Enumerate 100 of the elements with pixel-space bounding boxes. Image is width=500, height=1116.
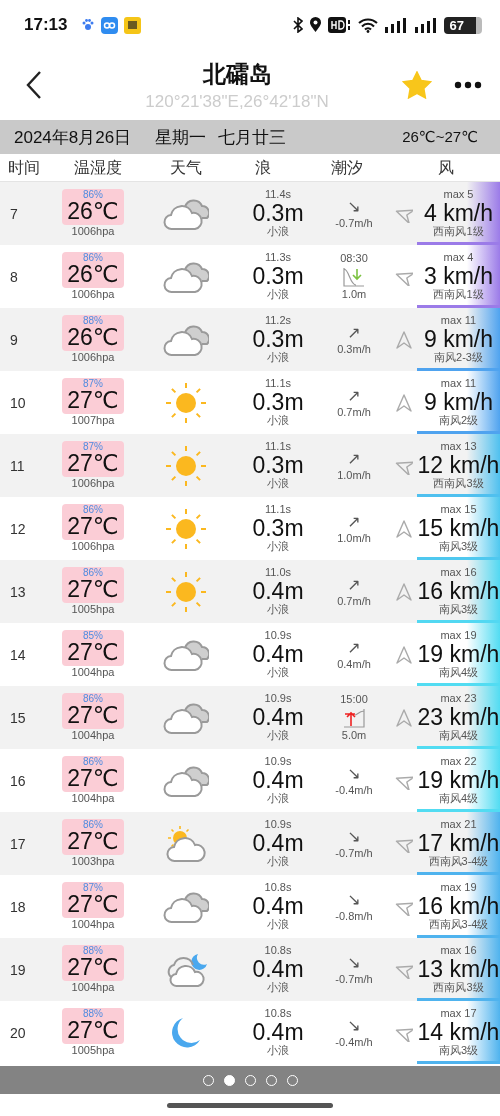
location-title: 北礵岛 [202,59,272,89]
page-dot[interactable] [223,1074,235,1086]
hour-cell-text: 14 [9,646,27,663]
wave-height: 0.4m [252,769,304,792]
temperature-text: 26℃ [67,199,119,223]
wind-speed: 23 km/h [417,706,500,729]
humidity-text: 86% [83,504,103,515]
cloud-icon [162,637,209,672]
temperature-text: 27℃ [67,514,119,538]
temperature-text: 27℃ [67,388,119,412]
humidity-text: 86% [83,252,103,263]
wind-speed: 13 km/h [417,958,500,981]
wind-direction-icon [395,519,413,538]
tide-height: 1.0m [341,287,367,302]
tide-rate: -0.4m/h [335,783,373,798]
pressure-text: 1006hpa [71,350,115,365]
tide-trend-arrow: ↘ [347,952,361,972]
wind-max: max 23 [440,692,477,706]
humidity-text: 87% [83,378,103,389]
column-header: 潮汐 [331,158,363,178]
wind-level: 西南风3-4级 [428,918,489,932]
wave-height: 0.3m [252,265,304,288]
wind-level: 南风3级 [438,1044,479,1058]
pressure-text: 1004hpa [71,917,115,932]
hour-cell-text: 12 [9,520,27,537]
hd-icon [327,17,352,33]
tide-rate: -0.8m/h [335,909,373,924]
wind-speed: 17 km/h [417,832,500,855]
wave-height: 0.3m [252,328,304,351]
hour-cell-text: 8 [9,268,19,285]
wave-description: 小浪 [267,414,289,428]
wave-height: 0.4m [252,706,304,729]
home-indicator[interactable] [167,1102,333,1108]
temperature-text: 27℃ [67,829,119,853]
wave-height: 0.3m [252,391,304,414]
bluetooth-icon [292,17,303,33]
wave-height: 0.3m [252,202,304,225]
pressure-text: 1006hpa [71,224,115,239]
wave-height: 0.4m [252,832,304,855]
wind-speed: 9 km/h [424,391,493,414]
humidity-text: 85% [83,630,103,641]
temperature-text: 27℃ [67,703,119,727]
tide-trend-arrow: ↘ [347,196,361,216]
wind-level: 南风2-3级 [434,351,483,365]
pressure-text: 1007hpa [71,413,115,428]
wave-height: 0.3m [252,517,304,540]
wave-period: 10.9s [264,755,292,769]
wind-direction-icon [395,645,413,664]
humidity-text: 86% [83,819,103,830]
wind-max: max 5 [443,188,474,202]
wave-height: 0.4m [252,643,304,666]
wind-direction-icon [395,582,413,601]
hour-cell-text: 17 [9,835,27,852]
wave-height: 0.4m [252,580,304,603]
star-icon[interactable] [402,71,432,99]
location-icon [308,17,322,33]
wind-direction-icon [395,393,413,412]
wind-max: max 11 [440,314,477,328]
wind-speed: 12 km/h [417,454,500,477]
sun-icon [164,444,207,487]
tide-rate: -0.7m/h [335,216,373,231]
wind-level: 南风4级 [438,666,479,680]
tide-trend-arrow: ↗ [347,574,361,594]
wind-max: max 19 [440,881,477,895]
more-icon[interactable] [454,81,482,89]
wind-level: 西南风3-4级 [428,855,489,869]
cloud-icon [162,889,209,924]
wind-speed: 15 km/h [417,517,500,540]
humidity-text: 86% [83,189,103,200]
wind-speed: 9 km/h [424,328,493,351]
temperature-text: 26℃ [67,325,119,349]
wave-height: 0.4m [252,1021,304,1044]
temperature-range: 26℃~27℃ [402,128,478,146]
pressure-text: 1006hpa [71,287,115,302]
temperature-text: 27℃ [67,1018,119,1042]
pressure-text: 1005hpa [71,602,115,617]
wave-description: 小浪 [267,918,289,932]
wifi-icon [357,17,378,33]
signal-icon [383,16,408,34]
wave-description: 小浪 [267,477,289,491]
wind-level: 南风4级 [438,729,479,743]
wind-max: max 21 [440,818,477,832]
back-icon[interactable] [26,70,42,100]
hour-cell-text: 20 [9,1024,27,1041]
wind-level: 西南风3级 [433,477,484,491]
tide-trend-arrow: ↗ [347,385,361,405]
humidity-text: 86% [83,567,103,578]
pressure-text: 1006hpa [71,476,115,491]
wave-description: 小浪 [267,855,289,869]
wave-period: 11.1s [264,503,292,517]
tide-rate: -0.7m/h [335,846,373,861]
wind-max: max 4 [443,251,474,265]
temperature-text: 27℃ [67,577,119,601]
wave-period: 10.8s [264,1007,292,1021]
hour-cell-text: 11 [9,457,26,474]
wave-description: 小浪 [267,666,289,680]
wind-max: max 16 [440,944,477,958]
wind-level: 西南风1级 [433,288,484,302]
wind-max: max 15 [440,503,477,517]
wind-level: 南风3级 [438,540,479,554]
